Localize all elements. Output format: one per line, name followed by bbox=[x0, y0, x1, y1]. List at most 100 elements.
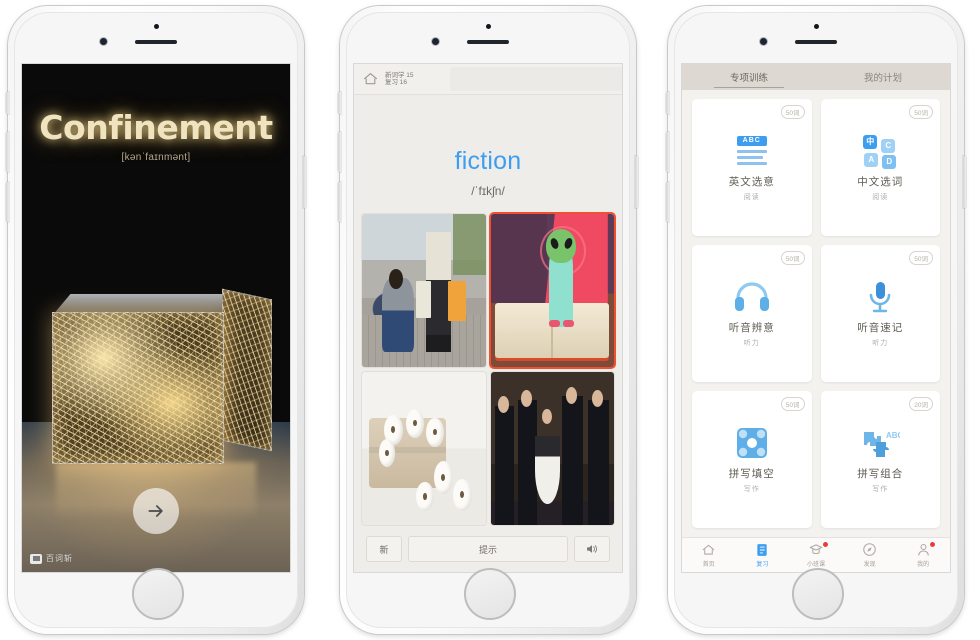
quiz-word: fiction bbox=[454, 147, 522, 175]
next-word-button[interactable] bbox=[133, 488, 179, 534]
mute-switch[interactable] bbox=[666, 92, 669, 114]
screenshot-stage: Confinement [kənˈfaɪnmənt] 百词斩 新词学 15 复习… bbox=[0, 0, 980, 640]
volume-down-button[interactable] bbox=[6, 182, 9, 222]
tab-my-plan[interactable]: 我的计划 bbox=[816, 64, 950, 90]
group-person bbox=[495, 405, 514, 525]
word-count-badge: 50词 bbox=[780, 251, 805, 265]
card-title: 听音速记 bbox=[857, 321, 904, 334]
tabbar-label: 我的 bbox=[917, 562, 930, 568]
power-button[interactable] bbox=[635, 156, 638, 208]
volume-up-button[interactable] bbox=[338, 132, 341, 172]
tabbar-item-discover[interactable]: 发现 bbox=[843, 538, 897, 572]
proximity-sensor bbox=[486, 24, 491, 29]
cotton-boll bbox=[426, 417, 444, 447]
cube-front-face bbox=[52, 312, 224, 464]
power-button[interactable] bbox=[303, 156, 306, 208]
card-title: 中文选词 bbox=[857, 175, 904, 188]
quiz-phonetic: /ˈfɪkʃn/ bbox=[471, 184, 505, 198]
front-camera bbox=[432, 38, 439, 45]
study-counts: 新词学 15 复习 16 bbox=[385, 72, 414, 87]
word-phonetic: [kənˈfaɪnmənt] bbox=[121, 152, 191, 163]
home-button-2[interactable] bbox=[464, 568, 516, 620]
earpiece-speaker bbox=[795, 40, 837, 44]
quiz-action-row: 新 提示 bbox=[354, 529, 622, 572]
home-icon[interactable] bbox=[362, 71, 379, 87]
street-foliage bbox=[453, 214, 486, 276]
card-title: 拼写填空 bbox=[728, 467, 775, 480]
brand-name: 百词斩 bbox=[46, 554, 73, 563]
volume-up-button[interactable] bbox=[6, 132, 9, 172]
notification-badge-dot bbox=[821, 541, 829, 548]
home-button-1[interactable] bbox=[132, 568, 184, 620]
screen-word-card: Confinement [kənˈfaɪnmənt] 百词斩 bbox=[22, 64, 290, 572]
arrow-right-icon bbox=[148, 505, 163, 517]
tabbar-label: 首页 bbox=[702, 562, 715, 568]
training-card-spelling-fill[interactable]: 50词 拼写填空 写作 bbox=[692, 391, 812, 528]
answer-option-street-couple[interactable] bbox=[362, 214, 486, 367]
new-words-count: 新词学 15 bbox=[385, 71, 414, 79]
tabbar-item-home[interactable]: 首页 bbox=[682, 538, 736, 572]
tabbar-item-review[interactable]: 复习 bbox=[736, 538, 790, 572]
answer-option-alien-book[interactable] bbox=[490, 214, 614, 367]
training-card-spelling-combine[interactable]: 20词 ABC 拼写组合 写作 bbox=[820, 391, 940, 528]
training-card-chinese-word[interactable]: 50词 中 C A D 中文选词 阅读 bbox=[820, 99, 940, 236]
power-button[interactable] bbox=[963, 156, 966, 208]
proximity-sensor bbox=[154, 24, 159, 29]
card-subtitle: 阅读 bbox=[743, 193, 760, 201]
cotton-boll bbox=[416, 482, 434, 512]
earpiece-speaker bbox=[467, 40, 509, 44]
new-word-button[interactable]: 新 bbox=[366, 536, 402, 562]
training-card-listen-meaning[interactable]: 50词 听音辨意 听力 bbox=[692, 245, 812, 382]
tabbar-label: 小班课 bbox=[806, 562, 825, 568]
speaker-icon bbox=[587, 545, 597, 553]
tile-zh: 中 bbox=[863, 134, 878, 149]
volume-down-button[interactable] bbox=[338, 182, 341, 222]
bottom-tabbar: 首页 复习 小班课 发现 我的 bbox=[682, 537, 950, 572]
app-logo-icon bbox=[30, 553, 42, 564]
training-card-listen-recall[interactable]: 50词 听音速记 听力 bbox=[820, 245, 940, 382]
group-seated-woman bbox=[534, 436, 560, 504]
training-tabs: 专项训练 我的计划 bbox=[682, 64, 950, 90]
card-subtitle: 听力 bbox=[872, 339, 889, 347]
earpiece-speaker bbox=[135, 40, 177, 44]
street-bag-b bbox=[448, 281, 466, 322]
tab-special-training[interactable]: 专项训练 bbox=[682, 64, 816, 90]
phone-device-2: 新词学 15 复习 16 fiction /ˈfɪkʃn/ 新 提示 bbox=[338, 6, 638, 634]
mute-switch[interactable] bbox=[338, 92, 341, 114]
cotton-boll bbox=[433, 460, 454, 495]
puzzle-abc-icon: ABC bbox=[860, 426, 904, 460]
home-icon bbox=[701, 542, 716, 557]
group-head bbox=[542, 408, 553, 425]
cube-side-face bbox=[222, 288, 272, 452]
letter-tiles-icon: 中 C A D bbox=[863, 134, 897, 169]
card-title: 英文选意 bbox=[728, 175, 775, 188]
glowing-cube-image bbox=[52, 288, 272, 464]
word-count-badge: 50词 bbox=[909, 251, 933, 265]
pronounce-button[interactable] bbox=[574, 536, 610, 562]
proximity-sensor bbox=[814, 24, 819, 29]
tabbar-label: 发现 bbox=[863, 562, 876, 568]
card-subtitle: 阅读 bbox=[872, 193, 889, 201]
hint-button[interactable]: 提示 bbox=[408, 536, 568, 562]
alien-shoe-right bbox=[563, 319, 575, 328]
microphone-icon bbox=[867, 280, 893, 314]
screen-quiz-card: 新词学 15 复习 16 fiction /ˈfɪkʃn/ 新 提示 bbox=[354, 64, 622, 572]
word-count-badge: 50词 bbox=[909, 105, 933, 119]
answer-option-cotton[interactable] bbox=[362, 372, 486, 525]
word-count-badge: 50词 bbox=[780, 397, 805, 411]
answer-option-group-people[interactable] bbox=[490, 372, 614, 525]
training-card-english-meaning[interactable]: 50词 ABC 英文选意 阅读 bbox=[692, 99, 812, 236]
group-head bbox=[591, 390, 603, 408]
front-camera bbox=[100, 38, 107, 45]
home-button-3[interactable] bbox=[792, 568, 844, 620]
mute-switch[interactable] bbox=[6, 92, 9, 114]
tabbar-item-class[interactable]: 小班课 bbox=[789, 538, 843, 572]
volume-up-button[interactable] bbox=[666, 132, 669, 172]
quiz-word-zone: fiction /ˈfɪkʃn/ bbox=[354, 95, 622, 204]
street-person-head bbox=[389, 269, 403, 289]
alien-panel-left bbox=[490, 214, 548, 303]
tabbar-item-profile[interactable]: 我的 bbox=[896, 538, 950, 572]
card-subtitle: 听力 bbox=[743, 339, 760, 347]
screen-training-menu: 专项训练 我的计划 50词 ABC 英文选意 阅读 50词 中 C A D 中文… bbox=[682, 64, 950, 572]
volume-down-button[interactable] bbox=[666, 182, 669, 222]
